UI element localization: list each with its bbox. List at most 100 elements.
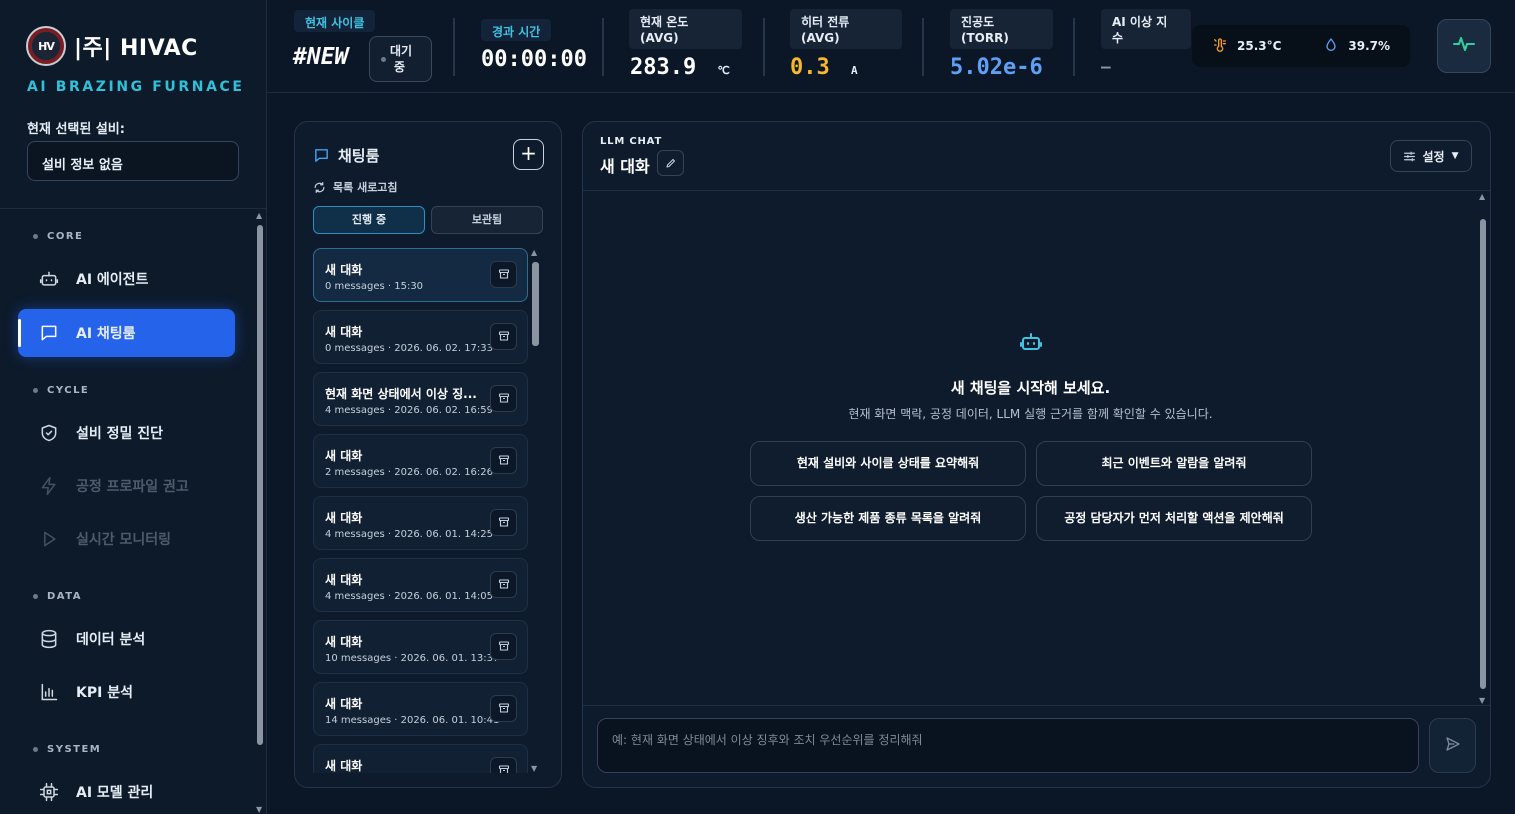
sidebar-item-ai-agent[interactable]: AI 에이전트 [18,255,235,303]
cycle-tag: 현재 사이클 [294,10,376,32]
chat-kicker: LLM CHAT [600,136,663,147]
bar-chart-icon [38,681,60,703]
tab-archived-chats[interactable]: 보관됨 [431,206,543,234]
chat-scrollbar[interactable]: ▲ ▼ [1478,191,1488,705]
chat-list-title: 채팅룸 [313,145,379,166]
sidebar-item-realtime-monitoring[interactable]: 실시간 모니터링 [18,515,235,563]
sidebar-item-label: AI 모델 관리 [76,785,154,801]
elapsed-value: 00:00:00 [481,47,587,72]
sidebar-item-ai-chatroom[interactable]: AI 채팅룸 [18,309,235,357]
sidebar-item-label: 설비 정밀 진단 [76,426,164,442]
chat-list-item[interactable]: 새 대화 0 messages · 2026. 06. 02. 17:33 [313,310,528,364]
selected-equipment-label: 현재 선택된 설비: [27,122,125,137]
chat-item-meta: 0 messages · 15:30 [325,281,424,292]
brand-tagline: AI BRAZING FURNACE [27,79,245,95]
scroll-down-icon[interactable]: ▼ [1479,696,1485,705]
archive-button[interactable] [490,261,517,288]
equipment-selector[interactable]: 설비 정보 없음 [27,141,239,181]
chat-list-item[interactable]: 현재 화면 상태에서 이상 징... 4 messages · 2026. 06.… [313,372,528,426]
archive-icon [498,699,510,718]
status-header: 현재 사이클 #NEW 대기 중 경과 시간 00:00:00 현재 온도 (AV… [267,0,1515,93]
archive-icon [498,451,510,470]
chevron-down-icon: ▼ [1451,151,1459,161]
tab-active-chats[interactable]: 진행 중 [313,206,425,234]
chat-item-meta: 4 messages · 2026. 06. 01. 14:25 [325,529,494,540]
scroll-up-icon[interactable]: ▲ [256,211,262,220]
archive-button[interactable] [490,757,517,773]
chat-item-meta: 0 messages · 2026. 06. 02. 17:33 [325,343,494,354]
sidebar-item-label: 실시간 모니터링 [76,532,172,548]
scrollbar-thumb[interactable] [1480,219,1486,689]
settings-dropdown[interactable]: 설정 ▼ [1390,140,1472,172]
vacuum-value: 5.02e-6 [950,55,1043,80]
nav-section-system: SYSTEM [33,744,101,755]
env-humidity-value: 39.7% [1348,39,1391,53]
chat-list-scrollbar[interactable]: ▲ ▼ [531,248,540,773]
chat-list-item[interactable]: 새 대화 4 messages · 2026. 06. 01. 14:05 [313,558,528,612]
scroll-down-icon[interactable]: ▼ [256,805,262,814]
chat-list-item[interactable]: 새 대화 2 messages · 2026. 06. 02. 16:26 [313,434,528,488]
sidebar-item-ai-model-management[interactable]: AI 모델 관리 [18,768,235,814]
nav-section-data: DATA [33,591,82,602]
archive-button[interactable] [490,695,517,722]
archive-icon [498,761,510,773]
archive-button[interactable] [490,509,517,536]
activity-monitor-button[interactable] [1437,19,1491,73]
suggestion-button[interactable]: 최근 이벤트와 알람을 알려줘 [1036,441,1312,486]
temp-label: 현재 온도 (AVG) [629,9,742,49]
sidebar-item-data-analysis[interactable]: 데이터 분석 [18,615,235,663]
anomaly-value: — [1101,57,1111,76]
scroll-down-icon[interactable]: ▼ [531,764,537,773]
environment-readout: 25.3°C 39.7% [1192,25,1410,67]
scrollbar-thumb[interactable] [257,225,263,745]
chat-list-item[interactable]: 새 대화 [313,744,528,773]
chat-list-item[interactable]: 새 대화 10 messages · 2026. 06. 01. 13:37 [313,620,528,674]
chat-list-item[interactable]: 새 대화 0 messages · 15:30 [313,248,528,302]
suggestion-button[interactable]: 생산 가능한 제품 종류 목록을 알려줘 [750,496,1026,541]
sidebar-item-process-profile[interactable]: 공정 프로파일 권고 [18,462,235,510]
sidebar-item-label: 데이터 분석 [76,632,146,648]
refresh-list-button[interactable]: 목록 새로고침 [313,179,398,195]
pencil-icon [665,154,677,173]
archive-icon [498,389,510,408]
hivac-logo: HV [26,26,66,66]
sidebar-item-kpi-analysis[interactable]: KPI 분석 [18,668,235,716]
sidebar-item-label: AI 채팅룸 [76,326,136,342]
chat-list-item[interactable]: 새 대화 14 messages · 2026. 06. 01. 10:41 [313,682,528,736]
archive-button[interactable] [490,447,517,474]
chat-input[interactable] [597,718,1419,773]
header-divider [922,18,924,76]
vacuum-label: 진공도 (TORR) [950,9,1053,49]
brand[interactable]: HV |주| HIVAC [26,26,198,66]
anomaly-label: AI 이상 지수 [1101,9,1191,49]
chat-input-divider [583,705,1490,706]
edit-title-button[interactable] [657,150,684,176]
sidebar-item-label: 공정 프로파일 권고 [76,479,189,495]
archive-button[interactable] [490,571,517,598]
scrollbar-thumb[interactable] [532,262,539,346]
scroll-up-icon[interactable]: ▲ [1479,192,1485,201]
chat-item-title: 새 대화 [325,573,363,587]
send-button[interactable] [1429,718,1476,773]
suggestion-button[interactable]: 현재 설비와 사이클 상태를 요약해줘 [750,441,1026,486]
chat-item-title: 새 대화 [325,449,363,463]
sidebar-scrollbar[interactable]: ▲ ▼ [255,209,265,814]
sidebar-item-label: KPI 분석 [76,685,133,701]
header-divider [602,18,604,76]
chat-item-title: 새 대화 [325,263,363,277]
archive-icon [498,327,510,346]
send-icon [1445,736,1461,756]
chat-list-item[interactable]: 새 대화 4 messages · 2026. 06. 01. 14:25 [313,496,528,550]
scroll-up-icon[interactable]: ▲ [531,248,537,257]
chat-item-title: 새 대화 [325,511,363,525]
archive-button[interactable] [490,385,517,412]
new-chat-button[interactable]: + [513,139,544,170]
heater-value: 0.3 A [790,55,858,80]
chat-bubble-icon [313,147,330,164]
temp-value: 283.9 ℃ [630,55,730,80]
sidebar-item-equipment-diagnosis[interactable]: 설비 정밀 진단 [18,409,235,457]
chat-item-meta: 2 messages · 2026. 06. 02. 16:26 [325,467,494,478]
archive-button[interactable] [490,323,517,350]
archive-button[interactable] [490,633,517,660]
suggestion-button[interactable]: 공정 담당자가 먼저 처리할 액션을 제안해줘 [1036,496,1312,541]
